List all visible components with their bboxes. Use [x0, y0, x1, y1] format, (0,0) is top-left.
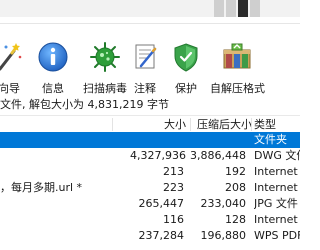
window-top-strip — [0, 0, 300, 24]
shield-icon — [174, 43, 198, 72]
row-size: 237,284 — [138, 229, 185, 242]
toolbar-sfx-button[interactable]: 自解压格式 — [210, 35, 265, 95]
row-type: Internet 快 — [254, 165, 300, 178]
toolbar-wizard-button[interactable]: 向导 — [0, 35, 24, 95]
row-size: 116 — [163, 213, 184, 226]
comment-icon — [135, 44, 157, 69]
info-icon — [38, 42, 68, 72]
row-packed: 3,886,448 — [190, 149, 246, 162]
toolbar-info-button[interactable]: 信息 — [36, 35, 70, 95]
table-row[interactable]: 237,284 196,880 WPS PDF — [0, 228, 301, 244]
table-row[interactable]: ，每月多期.url * 223 208 Internet 快 — [0, 180, 300, 196]
toolbar-comment-button[interactable]: 注释 — [129, 35, 161, 95]
toolbar-protect-label: 保护 — [175, 82, 197, 95]
row-packed: 196,880 — [200, 229, 247, 242]
column-separator — [251, 118, 252, 131]
column-separator — [190, 118, 191, 131]
main-toolbar: 向导 信息 扫描病毒 注释 保护 自解压格式 — [0, 35, 300, 95]
wizard-icon — [0, 43, 22, 71]
top-strip-tab — [238, 0, 248, 17]
column-header-size[interactable]: 大小 — [152, 116, 186, 133]
column-header-packed[interactable]: 压缩后大小 — [194, 116, 252, 133]
file-list: 文件夹 4,327,936 3,886,448 DWG 文件 213 192 I… — [0, 132, 300, 244]
row-size: 213 — [163, 165, 184, 178]
table-row[interactable]: 265,447 233,040 JPG 文件 — [0, 196, 300, 212]
toolbar-info-label: 信息 — [42, 82, 64, 95]
toolbar-virus-scan-label: 扫描病毒 — [83, 82, 127, 95]
toolbar-sfx-label: 自解压格式 — [210, 82, 265, 95]
row-type: Internet 快 — [254, 181, 300, 194]
table-row[interactable]: 文件夹 — [0, 132, 300, 148]
archive-info-line: 文件, 解包大小为 4,831,219 字节 — [0, 98, 169, 111]
row-name: ，每月多期.url * — [0, 181, 83, 194]
table-row[interactable]: 4,327,936 3,886,448 DWG 文件 — [0, 148, 300, 164]
row-type: 文件夹 — [254, 133, 287, 146]
row-type: Internet 快 — [254, 213, 300, 226]
toolbar-comment-label: 注释 — [134, 82, 156, 95]
row-size: 265,447 — [138, 197, 185, 210]
table-row[interactable]: 116 128 Internet 快 — [0, 212, 300, 228]
top-strip-tab — [250, 0, 260, 17]
top-strip-tab — [214, 0, 224, 17]
sfx-archive-icon — [223, 43, 251, 69]
row-size: 4,327,936 — [130, 149, 186, 162]
top-strip-tab — [226, 0, 236, 17]
row-packed: 192 — [225, 165, 246, 178]
row-packed: 208 — [225, 181, 246, 194]
column-separator — [112, 118, 113, 131]
column-header-type[interactable]: 类型 — [254, 116, 294, 133]
toolbar-protect-button[interactable]: 保护 — [170, 35, 202, 95]
row-type: JPG 文件 — [254, 197, 298, 210]
toolbar-wizard-label: 向导 — [0, 82, 20, 95]
virus-scan-icon — [90, 42, 120, 72]
row-size: 223 — [163, 181, 184, 194]
row-type: DWG 文件 — [254, 149, 300, 162]
row-packed: 233,040 — [200, 197, 247, 210]
row-type: WPS PDF — [254, 229, 300, 242]
toolbar-virus-scan-button[interactable]: 扫描病毒 — [78, 35, 132, 95]
table-row[interactable]: 213 192 Internet 快 — [0, 164, 300, 180]
top-strip-divider — [0, 23, 300, 24]
row-packed: 128 — [225, 213, 246, 226]
